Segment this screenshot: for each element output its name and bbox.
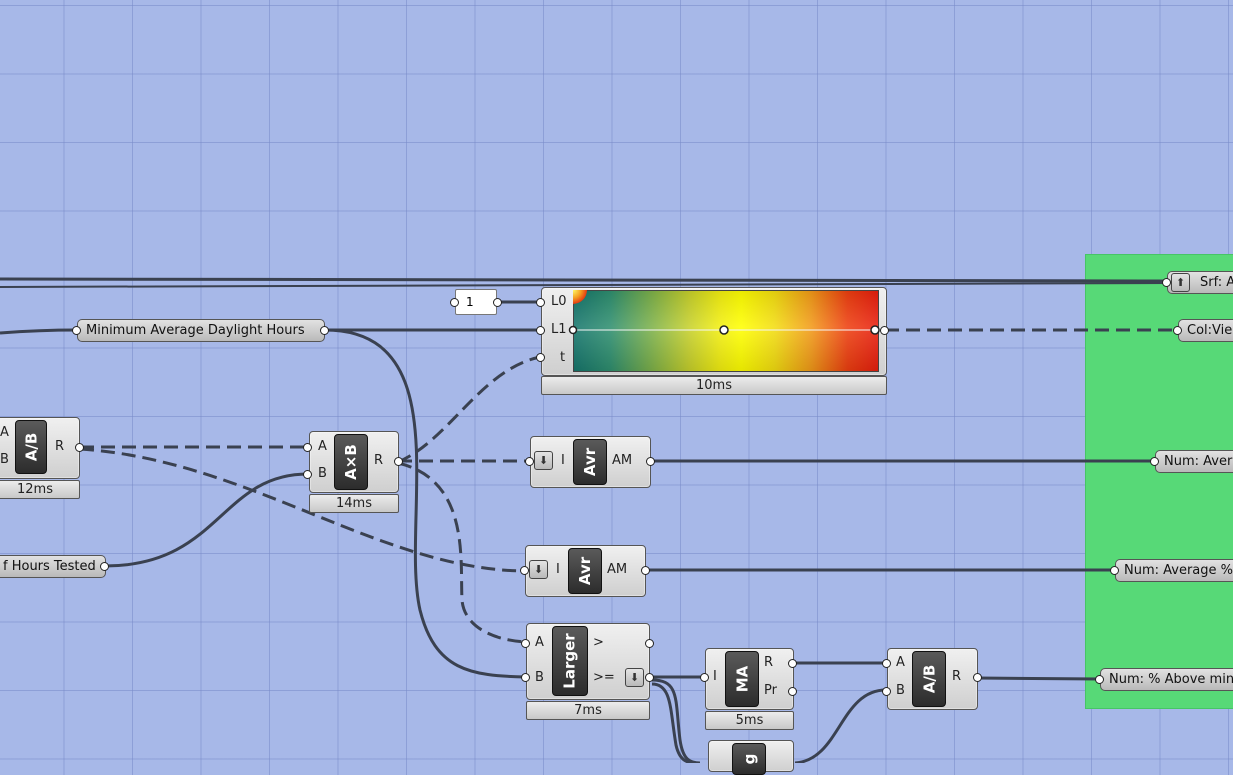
- down-arrow-icon[interactable]: ⬇: [529, 560, 548, 579]
- gradient-pin-l0[interactable]: [536, 298, 545, 307]
- divide2-pin-out[interactable]: [973, 673, 982, 682]
- divide2-input-b: B: [896, 683, 905, 698]
- wire-div2-out: [976, 676, 1101, 681]
- larger-pin-gt[interactable]: [645, 639, 654, 648]
- srf-label: Srf: A: [1200, 275, 1233, 290]
- gradient-pin-out[interactable]: [880, 326, 889, 335]
- ma-pin-r[interactable]: [788, 659, 797, 668]
- divide-timer: 12ms: [0, 480, 80, 499]
- ma-output-r: R: [764, 655, 774, 670]
- larger-icon: Larger: [552, 626, 588, 696]
- ma-timer: 5ms: [705, 711, 794, 730]
- average1-output-am: AM: [612, 453, 633, 468]
- wire-div-to-avg2: [79, 447, 526, 573]
- colview-output-param[interactable]: Col:Vie: [1178, 319, 1233, 342]
- average2-pin-out[interactable]: [641, 566, 650, 575]
- num-above-min-pin-in[interactable]: [1095, 675, 1104, 684]
- wire-mult-to-t: [397, 355, 541, 464]
- num-average-label: Num: Aver: [1164, 454, 1233, 469]
- number-panel-value: 1: [466, 295, 474, 309]
- divide-input-b: B: [0, 452, 9, 467]
- colview-label: Col:Vie: [1187, 323, 1233, 338]
- multiply-input-a: A: [318, 439, 327, 454]
- gradient-center-line: [568, 325, 880, 335]
- divide-output-r: R: [55, 439, 65, 454]
- number-panel[interactable]: 1: [455, 289, 497, 315]
- larger-input-b: B: [535, 670, 544, 685]
- num-average-pct-param[interactable]: Num: Average %: [1115, 559, 1233, 582]
- num-above-min-param[interactable]: Num: % Above min: [1100, 668, 1233, 691]
- srf-pin-in[interactable]: [1162, 278, 1171, 287]
- wire-g-to-div-b: [794, 688, 887, 763]
- average1-pin-out[interactable]: [646, 457, 655, 466]
- gradient-pin-l1[interactable]: [536, 326, 545, 335]
- divide2-input-a: A: [896, 655, 905, 670]
- divide2-output-r: R: [952, 669, 962, 684]
- num-average-pct-pin-in[interactable]: [1110, 566, 1119, 575]
- multiply-timer: 14ms: [309, 494, 399, 513]
- num-average-param[interactable]: Num: Aver: [1155, 450, 1233, 473]
- divide-output-pin[interactable]: [75, 443, 84, 452]
- hours-tested-param[interactable]: f Hours Tested: [0, 555, 106, 578]
- multiply-icon: A×B: [334, 434, 368, 490]
- partial-icon: g: [732, 743, 766, 775]
- wire-min-to-l1: [0, 328, 78, 335]
- average1-icon: Avr: [573, 439, 607, 485]
- wire-srf-top: [0, 277, 1171, 283]
- wire-hours-to-mult: [104, 472, 309, 568]
- divide2-icon: A/B: [912, 651, 946, 707]
- divide2-pin-b[interactable]: [882, 687, 891, 696]
- average2-input-i: I: [556, 562, 560, 577]
- num-above-min-label: Num: % Above min: [1109, 672, 1233, 687]
- ma-pin-in[interactable]: [700, 673, 709, 682]
- ma-input-i: I: [713, 669, 717, 684]
- ma-icon: MA: [725, 651, 759, 707]
- larger-output-gt: >: [593, 635, 604, 650]
- hours-tested-label: f Hours Tested: [3, 559, 96, 574]
- average1-input-i: I: [561, 453, 565, 468]
- panel-input-pin[interactable]: [450, 298, 459, 307]
- larger-component[interactable]: [526, 623, 650, 700]
- down-arrow-icon[interactable]: ⬇: [625, 668, 644, 687]
- multiply-input-b: B: [318, 466, 327, 481]
- larger-input-a: A: [535, 635, 544, 650]
- num-average-pct-label: Num: Average %: [1124, 563, 1233, 578]
- wire-larger-down: [651, 678, 701, 763]
- gradient-input-l0: L0: [551, 294, 567, 309]
- multiply-pin-b[interactable]: [303, 470, 312, 479]
- multiply-pin-out[interactable]: [394, 457, 403, 466]
- divide2-pin-a[interactable]: [882, 659, 891, 668]
- min-avg-daylight-param[interactable]: Minimum Average Daylight Hours: [77, 319, 325, 342]
- average1-pin-in[interactable]: [525, 457, 534, 466]
- average2-pin-in[interactable]: [520, 566, 529, 575]
- num-average-pin-in[interactable]: [1150, 457, 1159, 466]
- larger-pin-b[interactable]: [521, 673, 530, 682]
- min-avg-daylight-label: Minimum Average Daylight Hours: [86, 323, 305, 338]
- hours-param-output-pin[interactable]: [100, 562, 109, 571]
- min-param-output-pin[interactable]: [320, 326, 329, 335]
- multiply-pin-a[interactable]: [303, 443, 312, 452]
- divide-icon: A/B: [15, 420, 47, 474]
- gradient-timer: 10ms: [541, 376, 887, 395]
- down-arrow-icon[interactable]: ⬇: [534, 451, 553, 470]
- average2-output-am: AM: [607, 562, 628, 577]
- multiply-output-r: R: [374, 453, 384, 468]
- larger-pin-gte[interactable]: [645, 673, 654, 682]
- larger-output-gte: >=: [593, 670, 615, 685]
- gradient-input-t: t: [560, 350, 566, 365]
- colview-pin-in[interactable]: [1173, 326, 1182, 335]
- min-param-input-pin[interactable]: [72, 326, 81, 335]
- panel-output-pin[interactable]: [493, 298, 502, 307]
- larger-timer: 7ms: [526, 701, 650, 720]
- ma-output-pr: Pr: [764, 683, 777, 698]
- divide-input-a: A: [0, 425, 9, 440]
- ma-pin-pr[interactable]: [788, 687, 797, 696]
- larger-pin-a[interactable]: [521, 639, 530, 648]
- up-arrow-icon[interactable]: ⬆: [1171, 273, 1190, 292]
- gradient-pin-t[interactable]: [536, 353, 545, 362]
- average2-icon: Avr: [568, 548, 602, 594]
